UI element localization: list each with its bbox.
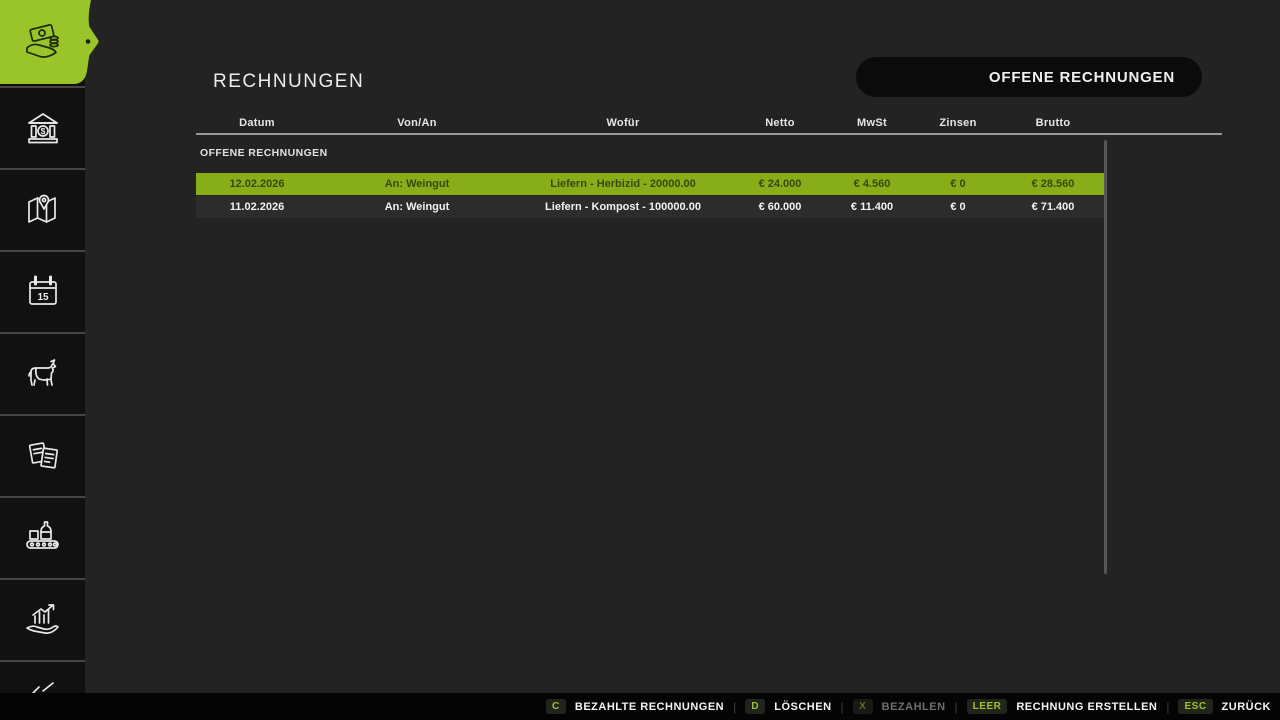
table-scrollbar[interactable]: [1104, 140, 1107, 574]
cell-netto: € 60.000: [730, 201, 830, 213]
page-title: RECHNUNGEN: [213, 71, 364, 93]
cell-mwst: € 11.400: [830, 201, 914, 213]
sidebar-item-statistics[interactable]: [0, 578, 85, 660]
column-header-brutto: Brutto: [1002, 117, 1104, 129]
section-label-open-invoices: OFFENE RECHNUNGEN: [200, 147, 328, 159]
column-header-datum: Datum: [196, 117, 318, 129]
key-badge-d: D: [745, 699, 765, 714]
partial-icon: [21, 681, 65, 693]
key-badge-space: LEER: [967, 699, 1008, 714]
cell-brutto: € 28.560: [1002, 178, 1104, 190]
action-create-invoice[interactable]: LEER RECHNUNG ERSTELLEN: [967, 699, 1158, 714]
map-icon: [21, 188, 65, 232]
header-divider: [196, 133, 1222, 135]
action-back[interactable]: ESC ZURÜCK: [1178, 699, 1271, 714]
column-header-von-an: Von/An: [318, 117, 516, 129]
documents-icon: [21, 434, 65, 478]
key-badge-esc: ESC: [1178, 699, 1212, 714]
action-pay[interactable]: X BEZAHLEN: [853, 699, 946, 714]
sidebar-item-contracts[interactable]: [0, 414, 85, 496]
cell-zinsen: € 0: [914, 201, 1002, 213]
cell-wofuer: Liefern - Kompost - 100000.00: [516, 201, 730, 213]
key-badge-c: C: [546, 699, 566, 714]
cell-wofuer: Liefern - Herbizid - 20000.00: [516, 178, 730, 190]
calendar-day-label: 15: [37, 292, 49, 303]
calendar-icon: 15: [21, 270, 65, 314]
sidebar-item-bank[interactable]: $: [0, 86, 85, 168]
invoice-row-selected[interactable]: 12.02.2026 An: Weingut Liefern - Herbizi…: [196, 173, 1104, 195]
money-hand-icon: [21, 21, 65, 65]
cell-datum: 11.02.2026: [196, 201, 318, 213]
column-header-netto: Netto: [730, 117, 830, 129]
cell-datum: 12.02.2026: [196, 178, 318, 190]
separator: |: [733, 700, 736, 714]
column-header-mwst: MwSt: [830, 117, 914, 129]
action-delete[interactable]: D LÖSCHEN: [745, 699, 831, 714]
open-invoices-filter-button[interactable]: OFFENE RECHNUNGEN: [856, 57, 1202, 97]
column-header-zinsen: Zinsen: [914, 117, 1002, 129]
bank-icon: $: [21, 106, 65, 150]
cell-zinsen: € 0: [914, 178, 1002, 190]
invoice-row[interactable]: 11.02.2026 An: Weingut Liefern - Kompost…: [196, 196, 1104, 218]
sidebar-item-finances[interactable]: [0, 0, 85, 86]
finances-screen: $ 15: [0, 0, 1280, 720]
statistics-hand-icon: [21, 598, 65, 642]
sidebar-item-map[interactable]: [0, 168, 85, 250]
sidebar-item-animals[interactable]: [0, 332, 85, 414]
table-header-row: Datum Von/An Wofür Netto MwSt Zinsen Bru…: [196, 117, 1104, 129]
cell-von-an: An: Weingut: [318, 201, 516, 213]
cell-von-an: An: Weingut: [318, 178, 516, 190]
key-badge-x: X: [853, 699, 873, 714]
cell-brutto: € 71.400: [1002, 201, 1104, 213]
cow-icon: [21, 352, 65, 396]
cell-netto: € 24.000: [730, 178, 830, 190]
cell-mwst: € 4.560: [830, 178, 914, 190]
sidebar-item-calendar[interactable]: 15: [0, 250, 85, 332]
separator: |: [955, 700, 958, 714]
keybind-bar: C BEZAHLTE RECHNUNGEN | D LÖSCHEN | X BE…: [0, 693, 1280, 720]
column-header-wofuer: Wofür: [516, 117, 730, 129]
production-line-icon: [21, 516, 65, 560]
sidebar: $ 15: [0, 0, 85, 693]
action-paid-invoices[interactable]: C BEZAHLTE RECHNUNGEN: [546, 699, 724, 714]
sidebar-item-production[interactable]: [0, 496, 85, 578]
separator: |: [1166, 700, 1169, 714]
sidebar-item-partial[interactable]: [0, 660, 85, 693]
separator: |: [841, 700, 844, 714]
svg-text:$: $: [40, 126, 45, 136]
